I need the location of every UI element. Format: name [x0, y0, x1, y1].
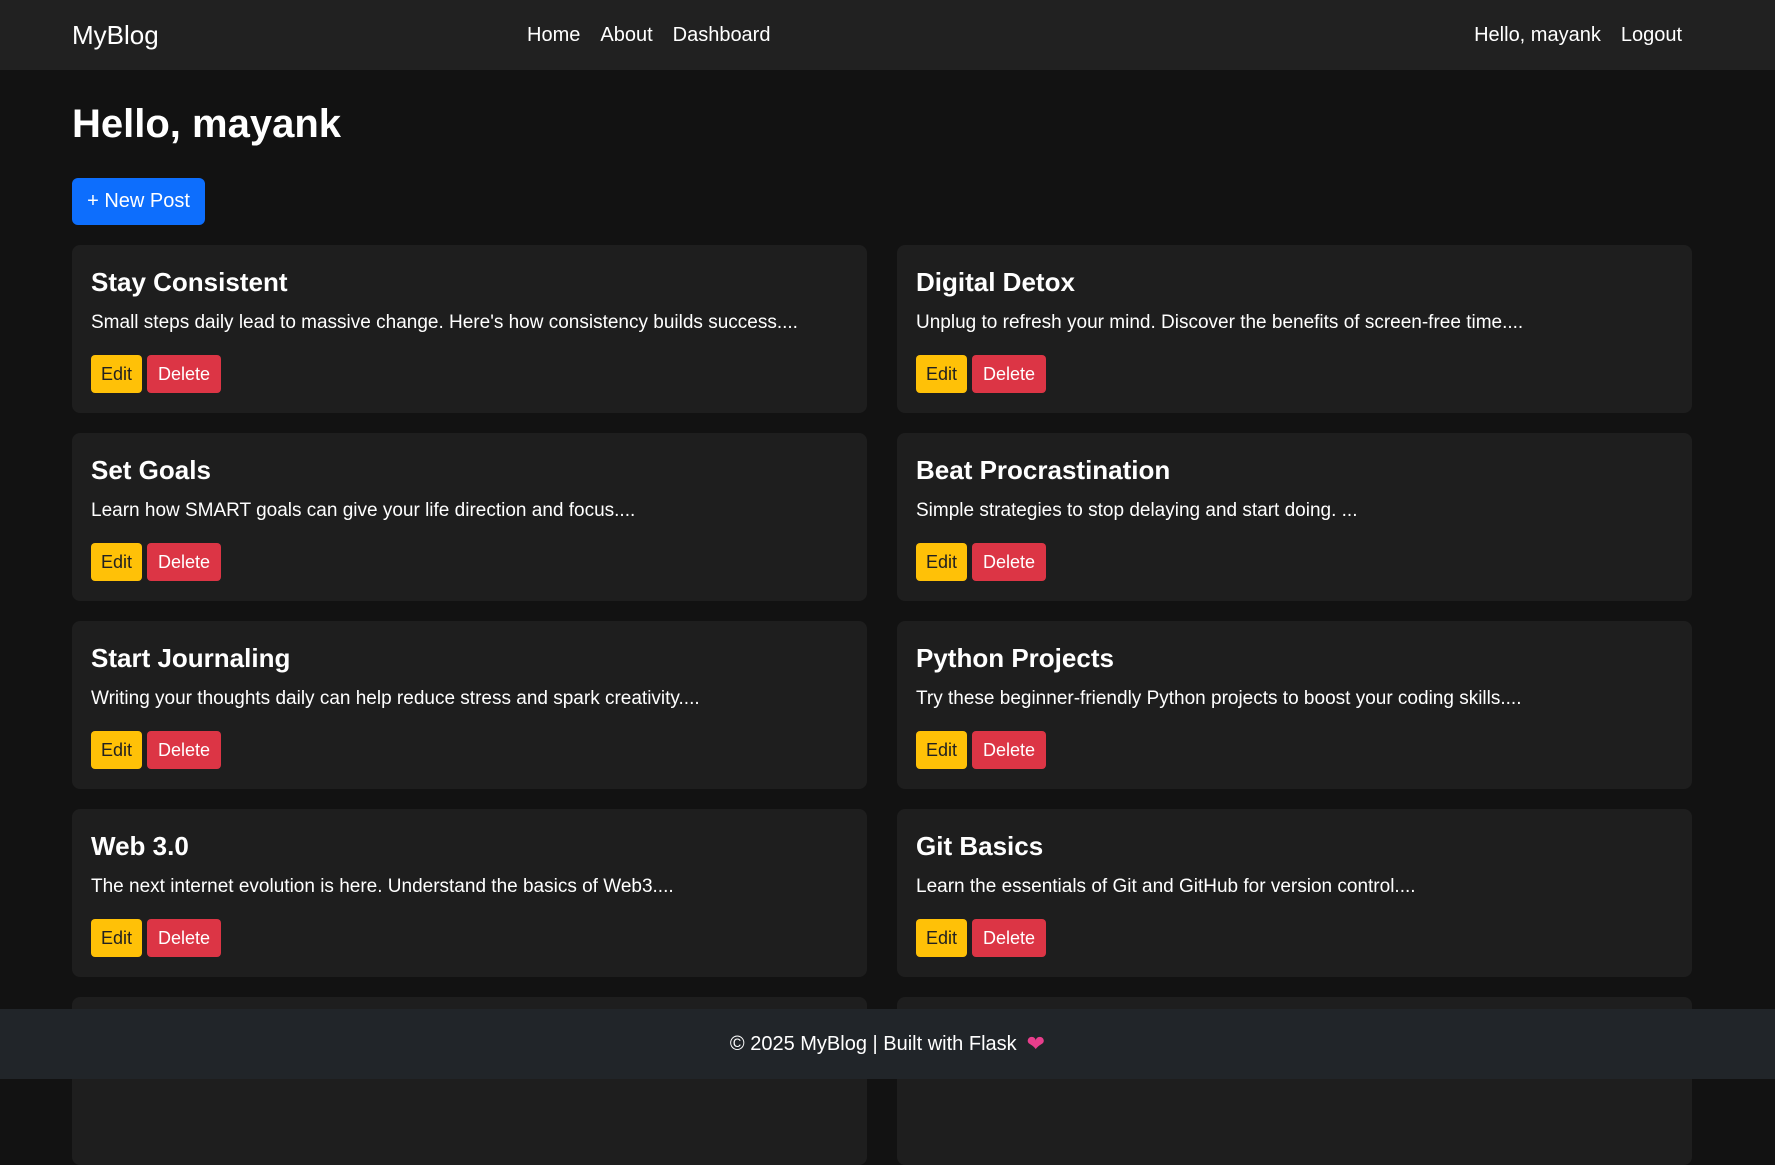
nav-link-dashboard[interactable]: Dashboard — [673, 24, 771, 47]
post-title: Digital Detox — [916, 267, 1075, 297]
post-actions: Edit Delete — [91, 355, 222, 393]
post-actions: Edit Delete — [91, 543, 222, 581]
new-post-button[interactable]: + New Post — [72, 178, 205, 225]
post-excerpt: Simple strategies to stop delaying and s… — [916, 500, 1358, 521]
edit-button[interactable]: Edit — [916, 543, 968, 581]
nav-link-home[interactable]: Home — [527, 24, 580, 47]
edit-button[interactable]: Edit — [91, 543, 143, 581]
brand-logo[interactable]: MyBlog — [72, 20, 159, 51]
post-card: Web 3.0 The next internet evolution is h… — [72, 809, 867, 977]
post-excerpt: The next internet evolution is here. Und… — [91, 876, 674, 897]
post-actions: Edit Delete — [91, 919, 222, 957]
delete-button[interactable]: Delete — [972, 919, 1047, 957]
post-excerpt: Unplug to refresh your mind. Discover th… — [916, 312, 1524, 333]
post-title: Start Journaling — [91, 643, 291, 673]
post-card: Stay Consistent Small steps daily lead t… — [72, 245, 867, 413]
logout-link[interactable]: Logout — [1621, 24, 1682, 47]
delete-button[interactable]: Delete — [147, 543, 222, 581]
post-card: Digital Detox Unplug to refresh your min… — [897, 245, 1692, 413]
delete-button[interactable]: Delete — [147, 919, 222, 957]
post-card: Set Goals Learn how SMART goals can give… — [72, 433, 867, 601]
edit-button[interactable]: Edit — [916, 919, 968, 957]
heart-icon: ❤ — [1026, 1031, 1046, 1056]
page-title: Hello, mayank — [72, 102, 342, 146]
delete-button[interactable]: Delete — [147, 731, 222, 769]
post-card: Git Basics Learn the essentials of Git a… — [897, 809, 1692, 977]
footer: © 2025 MyBlog | Built with Flask ❤ — [0, 1009, 1775, 1079]
nav-user-area: Hello, mayank Logout — [1474, 24, 1682, 47]
post-excerpt: Learn the essentials of Git and GitHub f… — [916, 876, 1416, 897]
post-actions: Edit Delete — [916, 543, 1047, 581]
post-title: Set Goals — [91, 455, 211, 485]
post-excerpt: Learn how SMART goals can give your life… — [91, 500, 636, 521]
post-actions: Edit Delete — [916, 355, 1047, 393]
post-actions: Edit Delete — [916, 919, 1047, 957]
post-title: Python Projects — [916, 643, 1114, 673]
edit-button[interactable]: Edit — [91, 919, 143, 957]
post-title: Stay Consistent — [91, 267, 288, 297]
nav-link-about[interactable]: About — [600, 24, 652, 47]
post-actions: Edit Delete — [91, 731, 222, 769]
nav-links: Home About Dashboard — [527, 24, 770, 47]
post-excerpt: Small steps daily lead to massive change… — [91, 312, 798, 333]
post-excerpt: Writing your thoughts daily can help red… — [91, 688, 700, 709]
delete-button[interactable]: Delete — [972, 731, 1047, 769]
edit-button[interactable]: Edit — [91, 355, 143, 393]
post-card: Start Journaling Writing your thoughts d… — [72, 621, 867, 789]
edit-button[interactable]: Edit — [91, 731, 143, 769]
post-card: Python Projects Try these beginner-frien… — [897, 621, 1692, 789]
delete-button[interactable]: Delete — [147, 355, 222, 393]
post-title: Git Basics — [916, 831, 1044, 861]
post-title: Web 3.0 — [91, 831, 189, 861]
post-excerpt: Try these beginner-friendly Python proje… — [916, 688, 1522, 709]
navbar: MyBlog Home About Dashboard Hello, mayan… — [0, 0, 1775, 70]
delete-button[interactable]: Delete — [972, 543, 1047, 581]
delete-button[interactable]: Delete — [972, 355, 1047, 393]
edit-button[interactable]: Edit — [916, 355, 968, 393]
edit-button[interactable]: Edit — [916, 731, 968, 769]
user-greeting: Hello, mayank — [1474, 24, 1601, 46]
footer-text: © 2025 MyBlog | Built with Flask — [729, 1032, 1017, 1055]
post-title: Beat Procrastination — [916, 455, 1171, 485]
post-actions: Edit Delete — [916, 731, 1047, 769]
post-card: Beat Procrastination Simple strategies t… — [897, 433, 1692, 601]
